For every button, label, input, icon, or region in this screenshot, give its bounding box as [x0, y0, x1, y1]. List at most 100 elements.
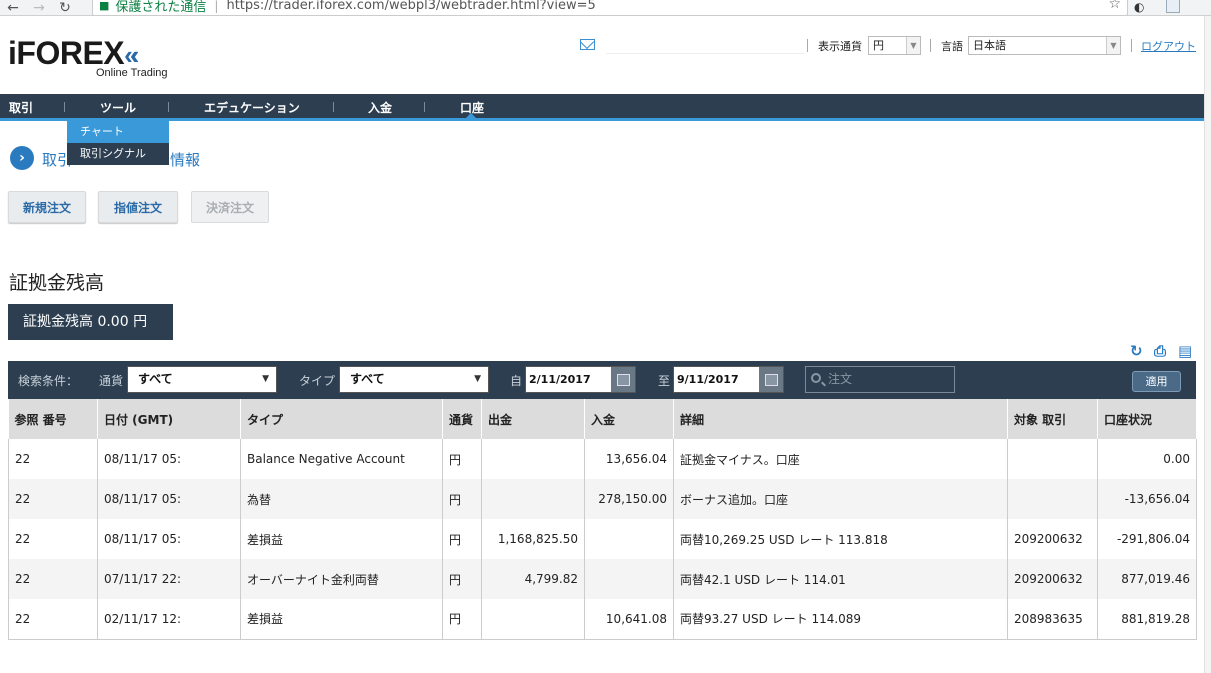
cell-ref: 22: [8, 559, 98, 599]
cell-target-trade[interactable]: 208983635: [1007, 599, 1098, 640]
calendar-icon[interactable]: [611, 367, 635, 392]
chevron-right-circle-icon: ›: [10, 146, 34, 170]
col-account-status[interactable]: 口座状況: [1097, 399, 1197, 439]
table-header-row: 参照 番号 日付 (GMT) タイプ 通貨 出金 入金 詳細 対象 取引 口座状…: [8, 399, 1197, 439]
table-row[interactable]: 22 08/11/17 05: 為替 円 278,150.00 ボーナス追加。口…: [8, 479, 1197, 519]
col-date[interactable]: 日付 (GMT): [97, 399, 241, 439]
cell-currency: 円: [442, 479, 482, 519]
language-select-value: 日本語: [973, 39, 1006, 52]
filter-type-select[interactable]: すべて ▼: [339, 366, 489, 393]
mail-icon[interactable]: [580, 39, 595, 50]
cell-deposit: 13,656.04: [584, 439, 674, 479]
cell-currency: 円: [442, 439, 482, 479]
filter-currency-select[interactable]: すべて ▼: [127, 366, 277, 393]
menu-divider: [64, 102, 65, 112]
col-withdrawal[interactable]: 出金: [481, 399, 585, 439]
col-target-trade[interactable]: 対象 取引: [1007, 399, 1098, 439]
logout-link[interactable]: ログアウト: [1141, 38, 1196, 54]
export-icon[interactable]: ▤: [1178, 342, 1192, 360]
reload-icon[interactable]: ↻: [52, 0, 78, 16]
page-title: 証拠金残高: [9, 272, 105, 294]
menu-divider: [168, 102, 169, 112]
header-divider: [1131, 39, 1132, 52]
filter-from-label: 自: [510, 374, 523, 388]
table-row[interactable]: 22 07/11/17 22: オーバーナイト金利両替 円 4,799.82 両…: [8, 559, 1197, 599]
filter-from-date[interactable]: 2/11/2017: [525, 366, 636, 393]
cell-currency: 円: [442, 559, 482, 599]
cell-detail: 両替93.27 USD レート 114.089: [673, 599, 1008, 640]
table-row[interactable]: 22 08/11/17 05: Balance Negative Account…: [8, 439, 1197, 479]
cell-detail: ボーナス追加。口座: [673, 479, 1008, 519]
menu-trade[interactable]: 取引: [9, 99, 33, 116]
back-icon[interactable]: ←: [0, 0, 26, 16]
main-menu: 取引 ツール エデュケーション 入金 口座: [0, 94, 1204, 121]
chevron-down-icon: ▼: [906, 37, 920, 54]
refresh-icon[interactable]: ↻: [1130, 342, 1143, 360]
currency-select[interactable]: 円 ▼: [868, 36, 921, 55]
cell-ref: 22: [8, 439, 98, 479]
menu-divider: [333, 102, 334, 112]
cell-date: 08/11/17 05:: [97, 479, 241, 519]
cell-ref: 22: [8, 479, 98, 519]
calendar-icon[interactable]: [759, 367, 783, 392]
col-currency[interactable]: 通貨: [442, 399, 482, 439]
col-detail[interactable]: 詳細: [673, 399, 1008, 439]
order-search-input[interactable]: 注文: [805, 366, 955, 393]
cell-deposit: [584, 519, 674, 559]
chevron-down-icon: ▼: [474, 374, 481, 384]
cell-ref: 22: [8, 519, 98, 559]
cell-target-trade[interactable]: 209200632: [1007, 559, 1098, 599]
filter-to-date[interactable]: 9/11/2017: [673, 366, 784, 393]
transactions-table: 参照 番号 日付 (GMT) タイプ 通貨 出金 入金 詳細 対象 取引 口座状…: [8, 399, 1197, 640]
omnibox-divider: |: [214, 0, 219, 13]
col-type[interactable]: タイプ: [240, 399, 443, 439]
dropdown-item-signals[interactable]: 取引シグナル: [67, 143, 169, 165]
cell-type: 為替: [240, 479, 443, 519]
filter-currency-label: 通貨: [99, 374, 124, 388]
cell-withdrawal: 1,168,825.50: [481, 519, 585, 559]
col-deposit[interactable]: 入金: [584, 399, 674, 439]
close-order-button[interactable]: 決済注文: [191, 191, 269, 223]
menu-deposit[interactable]: 入金: [368, 99, 392, 116]
iforex-logo[interactable]: iFOREX«‹: [8, 37, 139, 69]
cell-account-status: 0.00: [1097, 439, 1197, 479]
cell-account-status: -13,656.04: [1097, 479, 1197, 519]
cell-target-trade[interactable]: [1007, 439, 1098, 479]
currency-label: 表示通貨: [818, 40, 862, 53]
col-ref[interactable]: 参照 番号: [8, 399, 98, 439]
page-scrollbar[interactable]: [1204, 16, 1211, 673]
apply-button[interactable]: 適用: [1132, 371, 1181, 392]
cell-target-trade[interactable]: 209200632: [1007, 519, 1098, 559]
address-bar[interactable]: ■ 保護された通信 | https://trader.iforex.com/we…: [92, 0, 1128, 16]
search-icon: [811, 373, 821, 383]
cell-currency: 円: [442, 519, 482, 559]
filter-bar: 検索条件： 通貨 すべて ▼ タイプ すべて ▼ 自 2/11/2017 至 9/1…: [8, 361, 1196, 399]
menu-education[interactable]: エデュケーション: [204, 99, 300, 116]
cell-type: Balance Negative Account: [240, 439, 443, 479]
active-menu-caret-icon: [466, 113, 476, 118]
bookmark-star-icon[interactable]: ☆: [1108, 0, 1121, 12]
extension-moon-icon[interactable]: ◐: [1134, 0, 1144, 14]
cell-withdrawal: [481, 479, 585, 519]
cell-deposit: 278,150.00: [584, 479, 674, 519]
table-row[interactable]: 22 02/11/17 12: 差損益 円 10,641.08 両替93.27 …: [8, 599, 1197, 640]
dropdown-item-chart[interactable]: チャート: [67, 121, 169, 143]
print-icon[interactable]: ⎙: [1154, 342, 1166, 360]
cell-date: 07/11/17 22:: [97, 559, 241, 599]
filter-type-label: タイプ: [299, 374, 336, 388]
cell-target-trade[interactable]: [1007, 479, 1098, 519]
forward-icon[interactable]: →: [26, 0, 52, 16]
new-order-button[interactable]: 新規注文: [8, 191, 86, 223]
url-text: https://trader.iforex.com/webpl3/webtrad…: [226, 0, 596, 13]
cell-withdrawal: [481, 439, 585, 479]
filter-criteria-label: 検索条件：: [18, 374, 79, 388]
search-placeholder: 注文: [828, 372, 853, 386]
breadcrumb-right: 情報: [170, 151, 201, 169]
cell-detail: 両替42.1 USD レート 114.01: [673, 559, 1008, 599]
table-row[interactable]: 22 08/11/17 05: 差損益 円 1,168,825.50 両替10,…: [8, 519, 1197, 559]
extension-doc-icon[interactable]: [1166, 0, 1180, 13]
menu-tools[interactable]: ツール: [100, 99, 136, 116]
limit-order-button[interactable]: 指値注文: [98, 191, 178, 223]
language-select[interactable]: 日本語 ▼: [968, 36, 1121, 55]
site-header: iFOREX«‹ Online Trading 表示通貨 円 ▼ 言語 日本語 ▼ …: [0, 17, 1204, 94]
